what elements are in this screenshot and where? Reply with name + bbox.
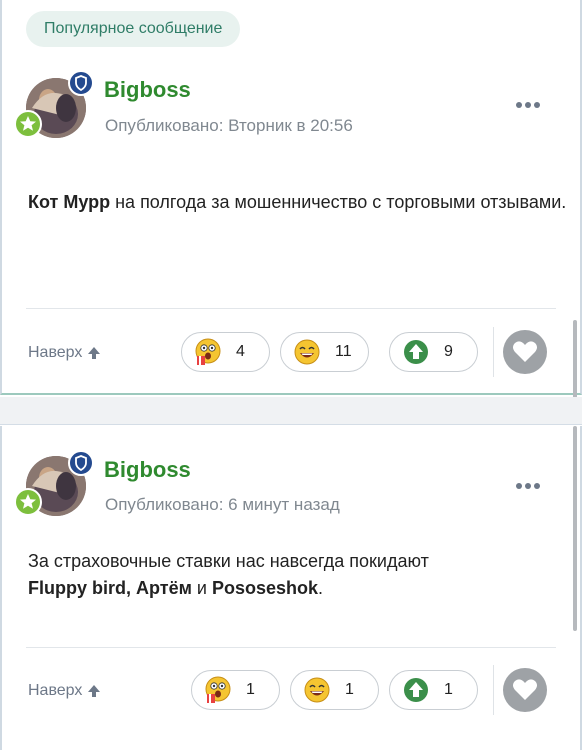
mention-link[interactable]: Кот Мурр (28, 192, 110, 212)
author-name[interactable]: Bigboss (104, 77, 191, 103)
like-button[interactable] (503, 668, 547, 712)
author-name[interactable]: Bigboss (104, 457, 191, 483)
reaction-button[interactable]: 1 (290, 670, 379, 710)
reaction-button[interactable]: 4 (181, 332, 270, 372)
back-to-top-link[interactable]: Наверх (28, 344, 102, 362)
post-separator (0, 397, 582, 425)
shocked-popcorn-emoji-icon (195, 338, 221, 365)
reaction-button[interactable]: 9 (389, 332, 478, 372)
divider (26, 308, 556, 309)
scrollbar-thumb[interactable] (573, 320, 577, 400)
divider (493, 327, 494, 377)
reaction-button[interactable]: 1 (191, 670, 280, 710)
more-options-icon[interactable] (516, 481, 542, 491)
divider (493, 665, 494, 715)
mention-link[interactable]: Pososeshok (212, 578, 318, 598)
rank-star-icon (14, 488, 42, 516)
laughing-emoji-icon (294, 339, 320, 365)
reaction-count: 9 (444, 343, 453, 360)
post-text: За страховочные ставки нас навсегда поки… (28, 551, 429, 598)
scrollbar-thumb[interactable] (573, 426, 577, 631)
shocked-popcorn-emoji-icon (205, 676, 231, 703)
post-text: Кот Мурр на полгода за мошенничество с т… (28, 192, 567, 212)
back-to-top-label: Наверх (28, 682, 83, 699)
reaction-count: 1 (444, 681, 453, 698)
post-card-1: Популярное сообщение Bigboss Опубликован… (0, 0, 582, 400)
reaction-count: 1 (246, 681, 255, 698)
divider (26, 647, 556, 648)
post-card-2: Bigboss Опубликовано: 6 минут назад За с… (0, 426, 582, 750)
moderator-shield-icon (68, 70, 94, 96)
rank-star-icon (14, 110, 42, 138)
reaction-button[interactable]: 11 (280, 332, 369, 372)
upvote-arrow-icon (404, 678, 428, 702)
more-options-icon[interactable] (516, 100, 542, 110)
reaction-button[interactable]: 1 (389, 670, 478, 710)
heart-icon (513, 679, 537, 700)
laughing-emoji-icon (304, 677, 330, 703)
reaction-count: 11 (335, 343, 352, 360)
reaction-count: 4 (236, 343, 245, 360)
like-button[interactable] (503, 330, 547, 374)
moderator-shield-icon (68, 450, 94, 476)
upvote-arrow-icon (404, 340, 428, 364)
popular-badge: Популярное сообщение (26, 11, 241, 47)
back-to-top-link[interactable]: Наверх (28, 682, 102, 700)
arrow-up-icon (88, 347, 101, 359)
post-date: Опубликовано: 6 минут назад (105, 495, 340, 514)
heart-icon (513, 341, 537, 362)
mention-link[interactable]: Fluppy bird, Артём (28, 578, 192, 598)
reaction-count: 1 (345, 681, 354, 698)
post-date: Опубликовано: Вторник в 20:56 (105, 116, 353, 135)
arrow-up-icon (88, 685, 101, 697)
back-to-top-label: Наверх (28, 344, 83, 361)
